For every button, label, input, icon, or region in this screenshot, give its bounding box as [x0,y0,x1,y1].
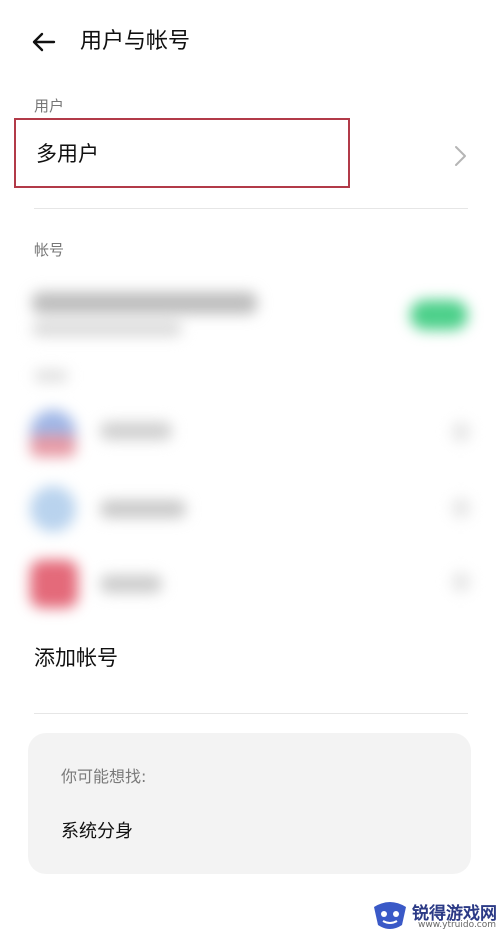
arrow-left-icon [32,32,56,52]
suggestion-item-system-clone[interactable]: 系统分身 [61,817,133,843]
divider [34,208,468,209]
watermark-url: www.ytruido.com [418,920,497,930]
watermark-logo: 锐得游戏网 www.ytruido.com [370,893,500,937]
add-account-button[interactable]: 添加帐号 [34,643,118,673]
users-section-label: 用户 [34,97,65,115]
divider [34,713,468,714]
suggestion-card: 你可能想找: 系统分身 [28,733,471,874]
blurred-account-list [0,270,500,620]
multi-user-label: 多用户 [36,142,99,166]
suggestion-title: 你可能想找: [61,767,147,786]
chevron-right-icon [455,146,466,166]
back-button[interactable] [28,26,60,58]
multi-user-item[interactable]: 多用户 [14,118,350,188]
page-title: 用户与帐号 [80,29,191,54]
logo-icon [374,902,406,929]
top-app-bar: 用户与帐号 [0,0,500,84]
accounts-section-label: 帐号 [34,241,65,259]
